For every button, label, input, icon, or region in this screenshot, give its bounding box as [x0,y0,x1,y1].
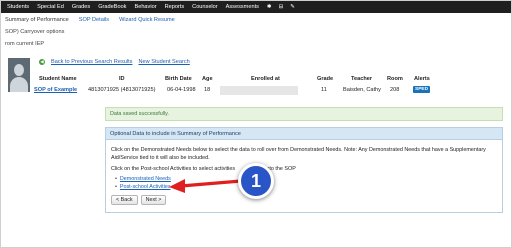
student-id-value: 4813071925 (4813071925) [88,87,156,93]
nav-item-behavior[interactable]: Behavior [134,4,156,10]
data-options-list: Demonstrated Needs Post-school Activitie… [115,176,171,192]
col-header-alerts: Alerts [414,76,430,82]
student-name-link[interactable]: SOP of Example [34,87,77,93]
sop-details-link[interactable]: SOP Details [79,17,109,23]
student-avatar [8,58,30,92]
nav-item-grades[interactable]: Grades [72,4,90,10]
new-student-search-link[interactable]: New Student Search [138,59,189,65]
col-header-age: Age [202,76,213,82]
post-school-activities-link[interactable]: Post-school Activities [120,184,171,190]
wizard-buttons: < Back Next > [111,195,167,205]
back-to-search-results-link[interactable]: Back to Previous Search Results [51,59,132,65]
birth-date-value: 06-04-1998 [167,87,196,93]
avatar-body-shape [10,77,28,92]
enrolled-at-redacted [220,86,298,95]
col-header-room: Room [387,76,403,82]
list-item: Post-school Activities [115,184,171,190]
col-header-grade: Grade [317,76,334,82]
nav-item-gradebook[interactable]: GradeBook [98,4,126,10]
nav-item-reports[interactable]: Reports [165,4,185,10]
room-value: 208 [390,87,400,93]
grade-value: 11 [321,87,327,93]
back-button[interactable]: < Back [111,195,138,205]
teacher-value: Baisden, Cathy [343,87,381,93]
success-alert: Data saved successfully. [105,107,503,121]
wrench-icon[interactable]: ✎ [290,4,295,10]
next-button[interactable]: Next > [140,195,167,205]
col-header-teacher: Teacher [351,76,373,82]
sub-header: Summary of Performance SOP Details Wizar… [5,17,175,23]
optional-data-panel: Optional Data to include in Summary of P… [105,127,503,213]
nav-item-students[interactable]: Students [7,4,29,10]
carryover-options-label: SOP) Carryover options [5,29,65,35]
col-header-enrolled-at: Enrolled at [251,76,280,82]
nav-item-counselor[interactable]: Counselor [192,4,218,10]
age-value: 18 [204,87,211,93]
from-current-iep-label: rom current IEP [5,41,45,47]
list-item: Demonstrated Needs [115,176,171,182]
sped-alert-badge[interactable]: SPED [413,86,431,93]
gear-icon[interactable]: ✱ [267,4,272,10]
demonstrated-needs-instruction: Click on the Demonstrated Needs below to… [111,147,486,161]
col-header-student-name: Student Name [39,76,77,82]
nav-item-assessments[interactable]: Assessments [226,4,259,10]
step-number-callout: 1 [238,163,274,199]
avatar-head-shape [14,64,24,76]
top-nav-bar: Students Special Ed Grades GradeBook Beh… [1,1,511,13]
screenshot-frame: { "nav": { "items": ["Students", "Specia… [0,0,512,248]
table-icon[interactable]: ⊟ [279,4,284,10]
search-nav-links: ◀ Back to Previous Search Results New St… [39,59,190,65]
col-header-birth-date: Birth Date [165,76,192,82]
page-title: Summary of Performance [5,17,69,23]
back-arrow-icon: ◀ [39,59,45,65]
post-school-instruction-start: Click on the Post-school Activities to s… [111,166,236,172]
demonstrated-needs-link[interactable]: Demonstrated Needs [120,176,171,182]
nav-item-special-ed[interactable]: Special Ed [37,4,64,10]
wizard-quick-resume-link[interactable]: Wizard Quick Resume [119,17,175,23]
col-header-id: ID [119,76,125,82]
panel-title: Optional Data to include in Summary of P… [106,128,502,140]
